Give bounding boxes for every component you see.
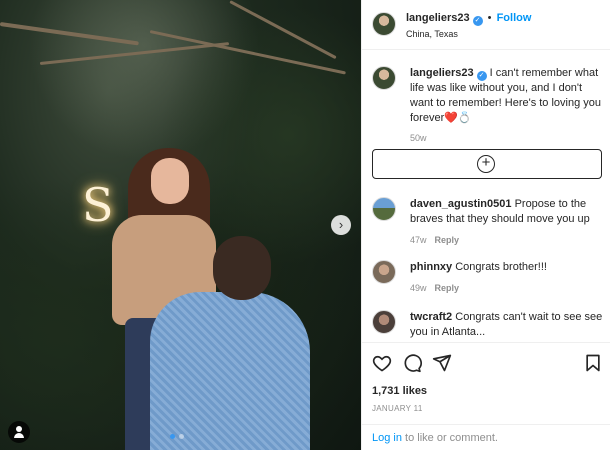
likes-count[interactable]: 1,731 likes [372, 385, 427, 397]
comment-body: daven_agustin0501 Propose to the braves … [410, 197, 605, 248]
post-side-panel: langeliers23 ✓ • Follow China, Texas lang… [361, 0, 610, 450]
bookmark-icon[interactable] [583, 353, 603, 373]
post-photo[interactable]: S › [0, 0, 361, 450]
plus-circle-icon: + [477, 155, 495, 173]
author-line: langeliers23 ✓ • Follow [406, 12, 531, 26]
separator-dot: • [487, 12, 492, 24]
verified-badge-icon: ✓ [476, 71, 487, 81]
login-prompt-text: to like or comment. [401, 432, 498, 444]
author-username[interactable]: langeliers23 [406, 12, 470, 24]
commenter-avatar[interactable] [372, 310, 396, 334]
user-tag-icon[interactable] [8, 421, 30, 443]
author-avatar[interactable] [372, 12, 396, 36]
carousel-dot [179, 434, 184, 439]
paper-plane-icon[interactable] [432, 353, 452, 373]
comment-bubble-icon[interactable] [402, 353, 422, 373]
follow-button[interactable]: Follow [497, 12, 532, 24]
comment-username[interactable]: daven_agustin0501 [410, 198, 512, 210]
comment-username[interactable]: twcraft2 [410, 311, 452, 323]
comment-time[interactable]: 47w [410, 235, 427, 245]
post-location[interactable]: China, Texas [406, 29, 458, 39]
reply-button[interactable]: Reply [435, 283, 460, 293]
post-header: langeliers23 ✓ • Follow China, Texas [362, 0, 610, 50]
neon-sign: S [82, 178, 114, 232]
comment-text: Congrats brother!!! [455, 261, 547, 273]
commenter-avatar[interactable] [372, 260, 396, 284]
comment-body: twcraft2 Congrats can't wait to see see … [410, 310, 605, 340]
post-date[interactable]: JANUARY 11 [372, 404, 423, 413]
reply-button[interactable]: Reply [435, 235, 460, 245]
comment-time[interactable]: 49w [410, 283, 427, 293]
caption-time[interactable]: 50w [410, 131, 605, 146]
caption-username[interactable]: langeliers23 [410, 67, 474, 79]
login-prompt: Log in to like or comment. [362, 424, 610, 450]
man-shirt [150, 292, 310, 450]
chevron-right-icon[interactable]: › [331, 215, 351, 235]
comment-meta: 47w Reply [410, 233, 605, 248]
commenter-avatar[interactable] [372, 197, 396, 221]
instagram-post: S › langeliers23✓ • Follow China, Texas [0, 0, 610, 450]
heart-icon[interactable] [372, 353, 392, 373]
carousel-dots [170, 434, 184, 439]
comment-body: phinnxy Congrats brother!!! 49w Reply [410, 260, 605, 296]
carousel-dot-active [170, 434, 175, 439]
woman-face [151, 158, 189, 204]
man-head [213, 236, 271, 300]
login-link[interactable]: Log in [372, 432, 402, 444]
caption-text-block: langeliers23 ✓ I can't remember what life… [410, 66, 605, 146]
add-comment-button[interactable]: + [372, 149, 602, 179]
caption-avatar[interactable] [372, 66, 396, 90]
comment-username[interactable]: phinnxy [410, 261, 452, 273]
comment-meta: 49w Reply [410, 281, 605, 296]
verified-badge-icon: ✓ [472, 16, 483, 26]
